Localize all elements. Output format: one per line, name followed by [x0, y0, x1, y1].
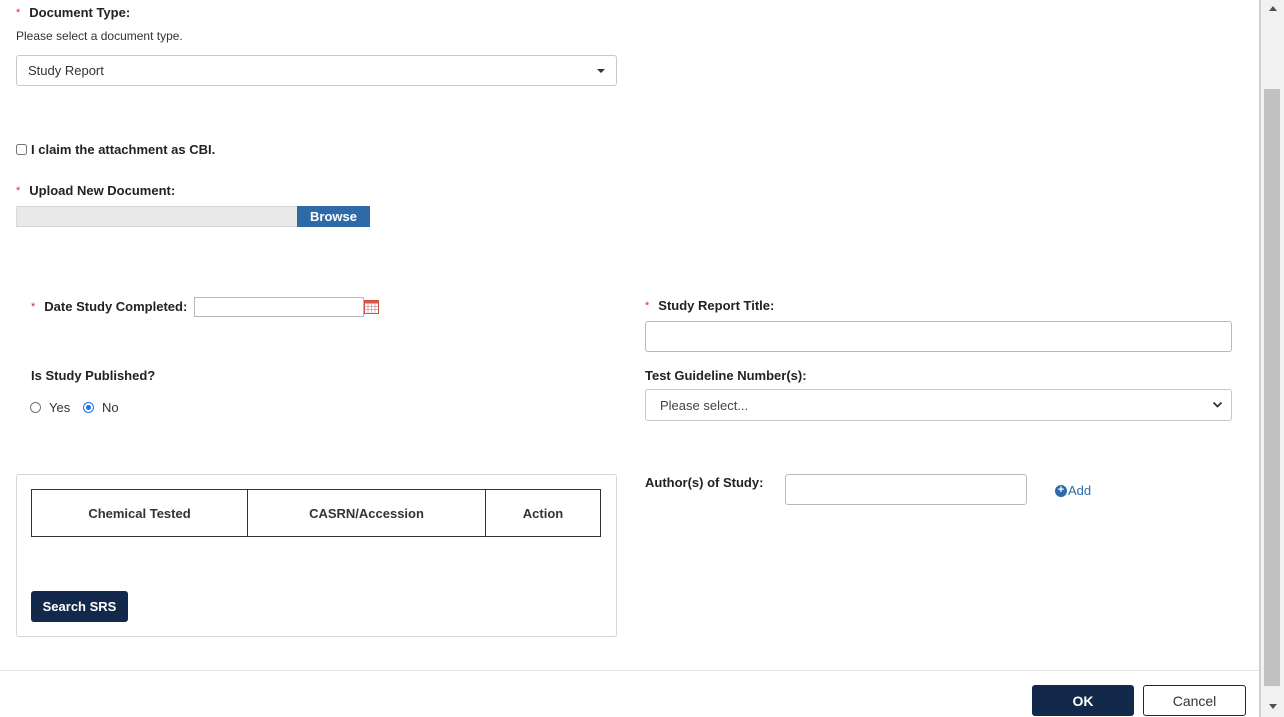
authors-label: Author(s) of Study: [645, 475, 764, 490]
test-guideline-select[interactable]: Please select... [645, 389, 1232, 421]
plus-circle-icon: + [1055, 484, 1067, 497]
vertical-scrollbar[interactable] [1261, 0, 1284, 717]
column-header-casrn-accession: CASRN/Accession [248, 490, 486, 536]
cancel-button[interactable]: Cancel [1143, 685, 1246, 716]
cbi-checkbox[interactable] [16, 144, 27, 155]
add-author-link[interactable]: + Add [1055, 483, 1091, 498]
upload-label: Upload New Document: [29, 183, 176, 198]
browse-button[interactable]: Browse [297, 206, 370, 227]
published-yes-label[interactable]: Yes [49, 400, 70, 415]
document-type-label-row: * Document Type: [16, 5, 130, 20]
document-type-selected-value: Study Report [28, 63, 104, 78]
chevron-down-icon [1212, 401, 1223, 408]
document-type-select[interactable]: Study Report [16, 55, 617, 86]
search-srs-button[interactable]: Search SRS [31, 591, 128, 622]
test-guideline-placeholder: Please select... [660, 397, 749, 413]
required-marker: * [16, 185, 21, 197]
column-header-action: Action [522, 505, 564, 521]
ok-button[interactable]: OK [1032, 685, 1134, 716]
cbi-label[interactable]: I claim the attachment as CBI. [31, 142, 215, 157]
study-report-title-input[interactable] [645, 321, 1232, 352]
study-report-title-label-row: * Study Report Title: [645, 298, 774, 313]
published-no-label[interactable]: No [102, 400, 119, 415]
caret-down-icon [597, 69, 605, 73]
published-yes-radio[interactable] [30, 402, 41, 413]
published-label: Is Study Published? [31, 368, 156, 383]
date-completed-input[interactable] [194, 297, 364, 317]
date-completed-label-row: * Date Study Completed: [31, 299, 187, 314]
required-marker: * [645, 300, 650, 312]
date-completed-label: Date Study Completed: [44, 299, 188, 314]
published-no-radio[interactable] [83, 402, 94, 413]
document-type-label: Document Type: [29, 5, 131, 20]
cbi-checkbox-row: I claim the attachment as CBI. [16, 142, 215, 157]
chemical-table-header: Chemical Tested CASRN/Accession Action [31, 489, 601, 537]
column-header-chemical-tested: Chemical Tested [32, 490, 248, 536]
upload-label-row: * Upload New Document: [16, 183, 175, 198]
scroll-down-arrow-icon[interactable] [1261, 698, 1284, 715]
required-marker: * [31, 301, 36, 313]
authors-input[interactable] [785, 474, 1027, 505]
document-type-help-text: Please select a document type. [16, 29, 183, 43]
footer-divider [0, 670, 1260, 671]
required-marker: * [16, 7, 21, 19]
add-author-label: Add [1068, 483, 1092, 498]
study-report-title-label: Study Report Title: [658, 298, 775, 313]
test-guideline-label: Test Guideline Number(s): [645, 368, 807, 383]
scroll-up-arrow-icon[interactable] [1261, 0, 1284, 17]
calendar-icon[interactable] [364, 300, 379, 314]
scrollbar-thumb[interactable] [1264, 89, 1280, 686]
file-name-display[interactable] [16, 206, 298, 227]
